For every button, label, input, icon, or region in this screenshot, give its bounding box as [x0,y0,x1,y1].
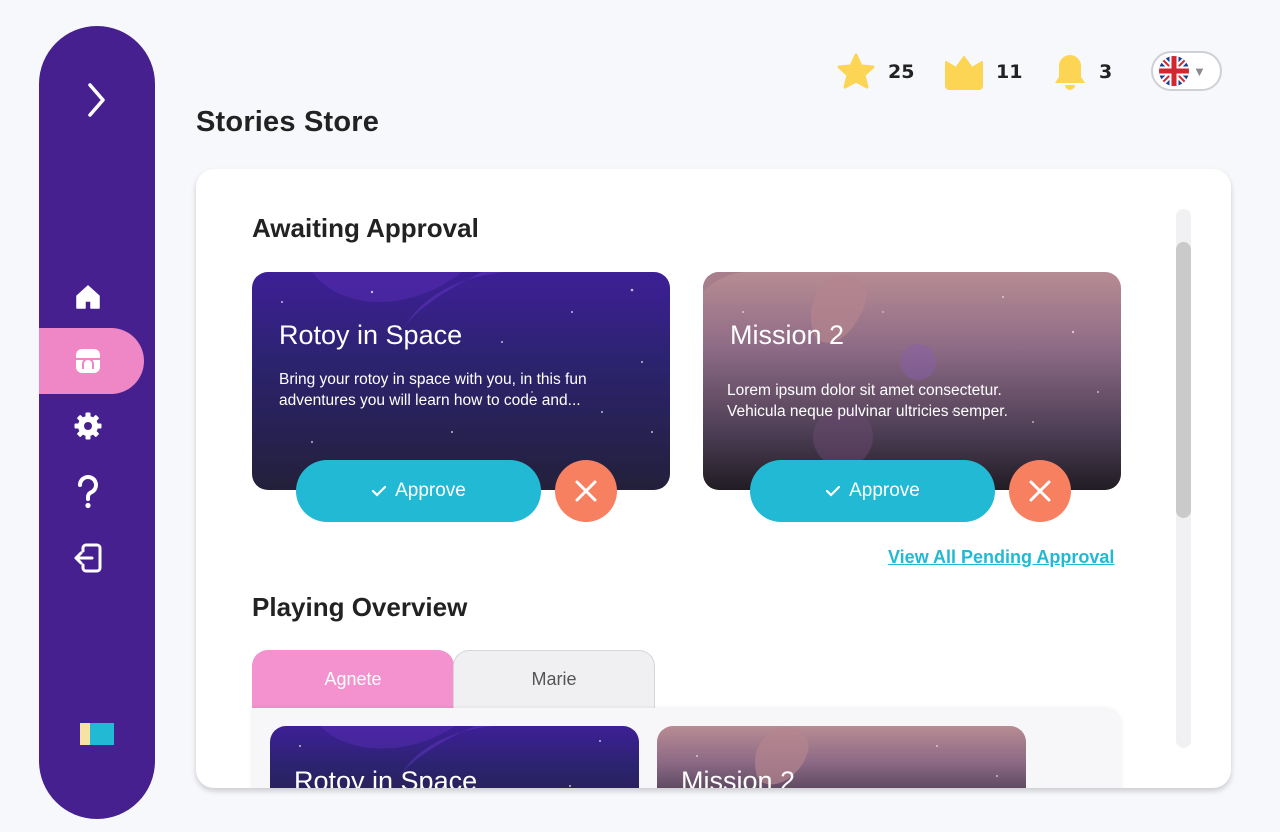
notifications-count: 3 [1099,61,1113,83]
stars-count: 25 [888,61,915,83]
sidebar [39,26,155,819]
check-icon [371,484,387,498]
expand-sidebar-button[interactable] [81,80,113,120]
tab-agnete[interactable]: Agnete [252,650,454,708]
bell-icon [1055,55,1085,90]
story-card-mission-2[interactable]: Mission 2 Lorem ipsum dolor sit amet con… [703,272,1121,490]
awaiting-approval-title: Awaiting Approval [252,213,479,243]
star-icon [837,53,875,89]
store-icon [70,343,106,379]
logout-icon [70,540,106,576]
card-title: Mission 2 [681,766,796,788]
playing-overview-title: Playing Overview [252,592,468,622]
gear-icon [70,408,106,444]
story-card-rotoy[interactable]: Rotoy in Space Bring your rotoy in space… [252,272,670,490]
close-icon [1029,480,1051,502]
approve-button[interactable]: Approve [750,460,995,522]
scrollbar-thumb[interactable] [1176,242,1191,518]
chevron-right-icon [88,83,105,117]
chevron-down-icon: ▼ [1193,63,1206,79]
close-icon [575,480,597,502]
card-description: Lorem ipsum dolor sit amet consectetur. … [727,382,1008,420]
sidebar-item-logout[interactable] [39,525,144,591]
approve-label: Approve [395,480,466,501]
approve-button[interactable]: Approve [296,460,541,522]
scrollbar[interactable] [1176,209,1191,748]
sidebar-item-home[interactable] [39,264,144,330]
sidebar-item-store[interactable] [39,328,144,394]
main-panel: Awaiting Approval Rotoy in Space Bring y… [196,169,1231,788]
check-icon [825,484,841,498]
language-selector[interactable]: ▼ [1151,51,1222,91]
overview-card-mission-2[interactable]: Mission 2 [657,726,1026,788]
card-title: Mission 2 [730,320,845,350]
card-title: Rotoy in Space [294,766,478,788]
notifications-counter[interactable]: 3 [1053,52,1112,92]
stars-counter: 25 [836,52,914,92]
question-icon [70,474,106,510]
reject-button[interactable] [555,460,617,522]
home-icon [70,279,106,315]
card-title: Rotoy in Space [279,320,463,350]
crown-icon [945,56,983,90]
overview-card-rotoy[interactable]: Rotoy in Space [270,726,639,788]
approve-label: Approve [849,480,920,501]
crowns-count: 11 [996,61,1023,83]
card-description: Bring your rotoy in space with you, in t… [279,371,587,409]
sidebar-item-help[interactable] [39,459,144,525]
reject-button[interactable] [1009,460,1071,522]
app-logo [80,723,114,745]
sidebar-item-settings[interactable] [39,393,144,459]
tab-marie[interactable]: Marie [453,650,655,708]
page-title: Stories Store [196,106,380,138]
crowns-counter: 11 [944,52,1022,92]
view-all-pending-link[interactable]: View All Pending Approval [888,547,1114,568]
uk-flag-icon [1159,56,1189,86]
